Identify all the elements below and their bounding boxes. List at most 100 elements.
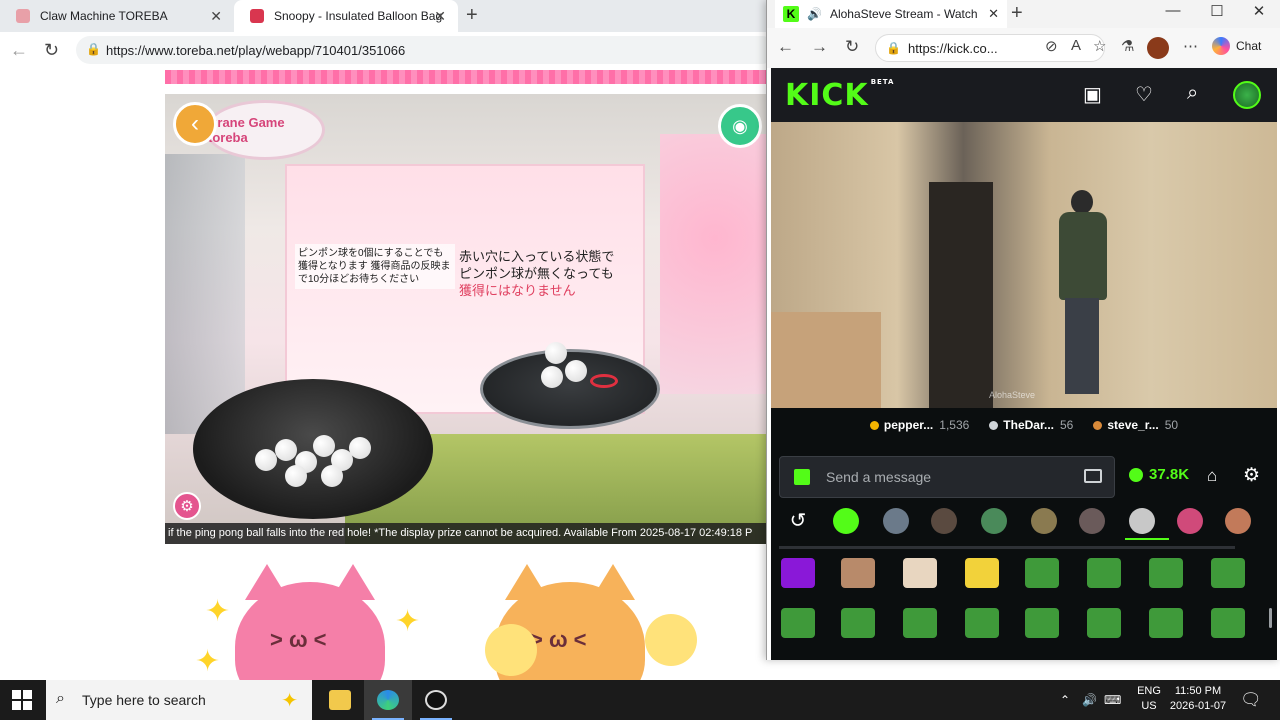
- person-legs: [1065, 298, 1099, 394]
- site-info-icon[interactable]: 🔒: [886, 41, 901, 55]
- windows-start-icon[interactable]: [12, 690, 32, 710]
- edge-browser-button[interactable]: [364, 680, 412, 720]
- reload-icon[interactable]: ↻: [845, 37, 859, 57]
- close-tab-icon[interactable]: ✕: [988, 6, 999, 22]
- gift-icon[interactable]: [794, 469, 810, 485]
- emote[interactable]: [1211, 558, 1245, 588]
- chat-message-input[interactable]: Send a message: [779, 456, 1115, 498]
- emote[interactable]: [903, 558, 937, 588]
- emote[interactable]: [903, 608, 937, 638]
- minimize-button[interactable]: —: [1153, 2, 1193, 19]
- new-tab-icon[interactable]: +: [466, 4, 478, 27]
- emote[interactable]: [781, 558, 815, 588]
- main-browser-toolbar: ← ↻ 🔒 https://www.toreba.net/play/webapp…: [0, 32, 776, 68]
- profile-avatar[interactable]: [1147, 37, 1169, 59]
- channel-emotes-tab[interactable]: [1225, 508, 1251, 534]
- notifications-icon[interactable]: 🗨: [1240, 690, 1262, 710]
- tracking-prevention-icon[interactable]: ⊘: [1045, 37, 1058, 55]
- machine-notice-right: 赤い穴に入っている状態で ピンポン球が無くなっても 獲得にはなりません: [459, 248, 629, 299]
- channel-emotes-tab[interactable]: [1079, 508, 1105, 534]
- emote[interactable]: [1149, 558, 1183, 588]
- more-menu-icon[interactable]: ⋯: [1183, 37, 1198, 55]
- channel-emotes-tab[interactable]: [1031, 508, 1057, 534]
- ping-pong-ball: [255, 449, 277, 471]
- site-info-icon[interactable]: 🔒: [86, 42, 101, 56]
- leaderboard-entry[interactable]: steve_r... 50: [1093, 418, 1178, 432]
- emote-picker-icon[interactable]: [1084, 469, 1102, 483]
- reload-icon[interactable]: ↻: [44, 40, 59, 61]
- read-aloud-icon[interactable]: A: [1071, 37, 1081, 54]
- favorite-star-icon[interactable]: ☆: [1093, 37, 1106, 55]
- claw-machine-stream[interactable]: Crane Game toreba ‹ ◉ ピンポン球を0個にすることでも獲得と…: [165, 94, 770, 544]
- emote[interactable]: [1211, 608, 1245, 638]
- channel-emotes-tab[interactable]: [883, 508, 909, 534]
- language-indicator[interactable]: ENG US: [1134, 684, 1164, 714]
- emote[interactable]: [1149, 608, 1183, 638]
- edge-icon: [377, 690, 399, 710]
- kick-favicon-icon: K: [783, 6, 799, 22]
- stream-video[interactable]: AlohaSteve: [771, 122, 1277, 408]
- taskbar-search[interactable]: ⌕ Type here to search ✦: [46, 680, 312, 720]
- game-back-button[interactable]: ‹: [173, 102, 217, 146]
- chat-settings-icon[interactable]: ⚙: [1243, 464, 1260, 487]
- emote[interactable]: [1025, 558, 1059, 588]
- close-window-button[interactable]: ✕: [1239, 2, 1279, 20]
- ping-pong-ball: [285, 465, 307, 487]
- tab-snoopy-balloon-bag[interactable]: Snoopy - Insulated Balloon Bag S ✕: [234, 0, 458, 32]
- search-icon[interactable]: ⌕: [1187, 82, 1198, 105]
- close-tab-icon[interactable]: ✕: [434, 8, 446, 25]
- logo-text: KICK: [785, 78, 869, 113]
- kick-emotes-tab[interactable]: [833, 508, 859, 534]
- emote[interactable]: [841, 558, 875, 588]
- leaderboard-entry[interactable]: TheDar... 56: [989, 418, 1073, 432]
- browse-icon[interactable]: ▣: [1083, 82, 1102, 107]
- doorway: [929, 182, 993, 408]
- copilot-chat-button[interactable]: Chat: [1212, 37, 1261, 55]
- camera-switch-button[interactable]: ◉: [718, 104, 762, 148]
- leader-count: 56: [1059, 418, 1074, 432]
- emote[interactable]: [1087, 558, 1121, 588]
- file-explorer-button[interactable]: [316, 680, 364, 720]
- game-settings-icon[interactable]: ⚙: [173, 492, 201, 520]
- toreba-page: Crane Game toreba ‹ ◉ ピンポン球を0個にすることでも獲得と…: [0, 68, 770, 680]
- tab-claw-machine[interactable]: Claw Machine TOREBA ✕: [0, 0, 234, 32]
- show-hidden-icons-icon[interactable]: ⌃: [1060, 680, 1070, 720]
- emote-tabs: ↺: [779, 506, 1269, 540]
- emote[interactable]: [781, 608, 815, 638]
- emote[interactable]: [965, 558, 999, 588]
- emote[interactable]: [841, 608, 875, 638]
- maximize-button[interactable]: ☐: [1197, 2, 1237, 20]
- volume-icon[interactable]: 🔊: [1082, 680, 1097, 720]
- channel-emotes-tab[interactable]: [1129, 508, 1155, 534]
- new-tab-icon[interactable]: +: [1011, 2, 1023, 25]
- extensions-icon[interactable]: ⚗: [1121, 37, 1134, 55]
- emote-scrollbar[interactable]: [1269, 608, 1272, 628]
- channel-emotes-tab[interactable]: [1177, 508, 1203, 534]
- leaderboard-entry[interactable]: pepper... 1,536: [869, 418, 969, 432]
- store-icon[interactable]: ⌂: [1207, 466, 1217, 486]
- sparkle-icon: ✦: [205, 595, 231, 628]
- speaker-icon[interactable]: 🔊: [807, 7, 822, 21]
- emote[interactable]: [965, 608, 999, 638]
- user-avatar[interactable]: [1233, 81, 1261, 109]
- emote[interactable]: [1025, 608, 1059, 638]
- obs-button[interactable]: [412, 680, 460, 720]
- emote[interactable]: [1087, 608, 1121, 638]
- forward-arrow-icon[interactable]: →: [811, 37, 828, 57]
- beta-badge: BETA: [870, 78, 895, 86]
- clock[interactable]: 11:50 PM 2026-01-07: [1166, 684, 1230, 714]
- channel-emotes-tab[interactable]: [981, 508, 1007, 534]
- kick-logo[interactable]: KICK BETA: [785, 78, 894, 113]
- tab-alohasteve-stream[interactable]: K 🔊 AlohaSteve Stream - Watch L ✕: [775, 0, 1007, 28]
- close-tab-icon[interactable]: ✕: [210, 8, 222, 25]
- recent-emotes-icon[interactable]: ↺: [785, 508, 811, 534]
- following-heart-icon[interactable]: ♡: [1135, 82, 1153, 107]
- back-arrow-icon[interactable]: ←: [777, 37, 794, 57]
- back-arrow-icon[interactable]: ←: [10, 40, 28, 61]
- desktop: Claw Machine TOREBA ✕ Snoopy - Insulated…: [0, 0, 1280, 720]
- leader-name: pepper...: [883, 418, 934, 432]
- keyboard-icon[interactable]: ⌨: [1104, 680, 1121, 720]
- address-bar[interactable]: 🔒 https://www.toreba.net/play/webapp/710…: [76, 36, 776, 64]
- kicks-balance[interactable]: 37.8K: [1129, 466, 1189, 483]
- channel-emotes-tab[interactable]: [931, 508, 957, 534]
